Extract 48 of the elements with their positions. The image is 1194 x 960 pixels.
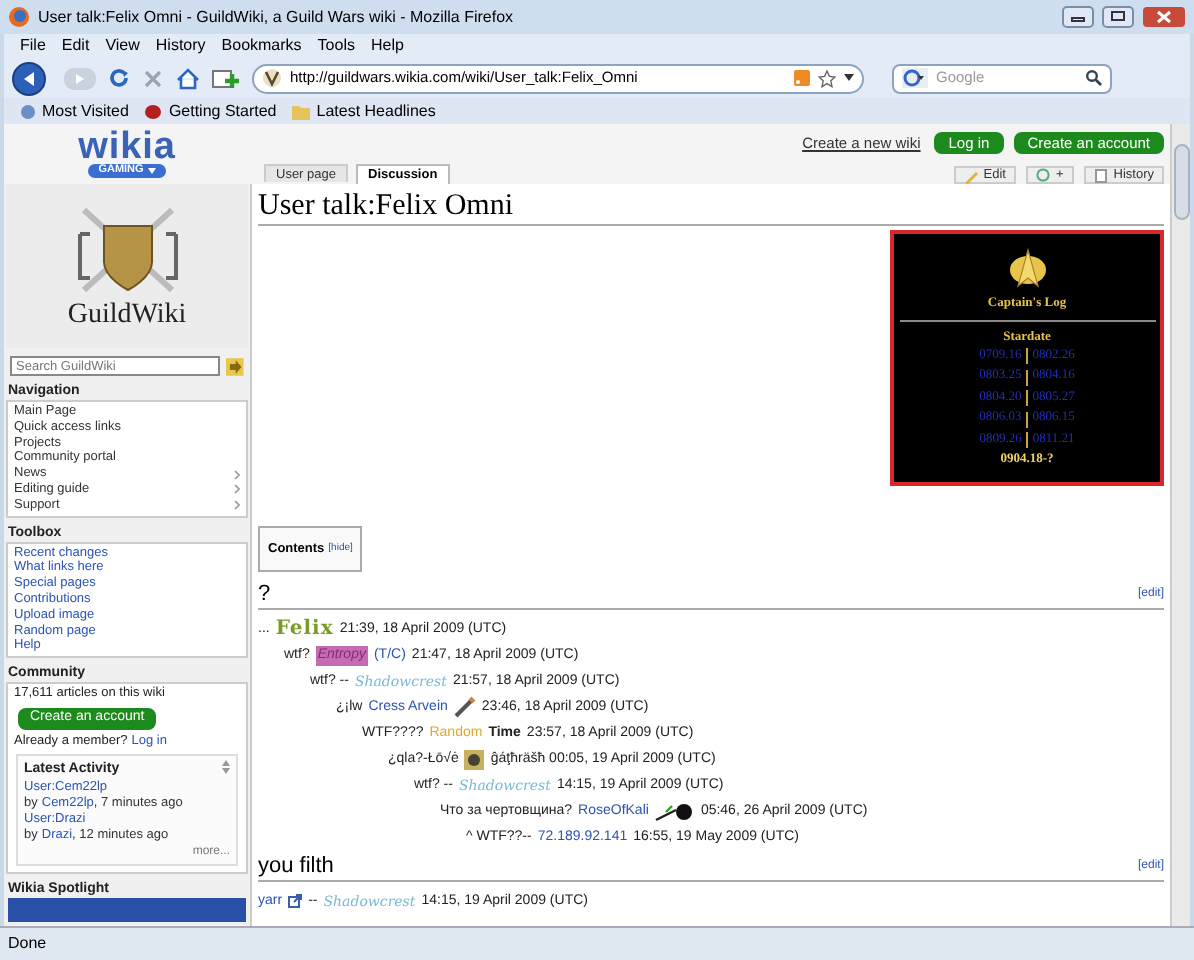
menu-item[interactable]: Bookmarks [221,34,302,58]
page-title: User talk:Felix Omni [258,184,1164,226]
go-arrow-icon [226,357,244,375]
status-text: Done [8,932,47,956]
starfleet-badge-icon [1007,248,1047,288]
folder-icon [292,103,311,119]
menu-item[interactable]: View [105,34,140,58]
menu-item[interactable]: File [20,34,46,58]
sword-icon [453,696,476,719]
menu-item[interactable]: Tools [317,34,355,58]
site-icon [262,68,282,88]
separator-bar [1025,432,1029,448]
maximize-icon [1102,6,1134,28]
menu-item[interactable]: Help [370,34,404,58]
firefox-icon [8,6,30,28]
sort-icon [222,760,230,775]
section-heading: you filth [258,852,334,881]
dropdown-icon [147,168,156,174]
window-title: User talk:Felix Omni - GuildWiki, a Guild Wars wiki - Mozilla Firefox [38,5,516,29]
reload-icon [108,67,130,89]
add-bookmark-icon [212,66,240,90]
forward-icon [64,65,96,91]
rss-icon [794,70,810,86]
separator-bar [1025,390,1029,406]
menu-item[interactable]: History [155,34,206,58]
section-heading: ? [258,580,271,609]
bookmark-link[interactable]: Most Visited [42,99,129,123]
back-icon [12,61,52,95]
dropdown-icon [844,74,854,82]
bookmark-link[interactable]: Latest Headlines [316,99,436,123]
separator-bar [1025,369,1029,385]
wikia-logo[interactable]: wikia [78,130,176,164]
external-link-icon [288,894,303,909]
bookmark-link[interactable]: Getting Started [168,99,277,123]
watch-icon [1035,167,1052,183]
home-icon [176,67,200,89]
scrollbar-thumb[interactable] [1173,144,1189,220]
scrollbar[interactable] [1170,124,1190,926]
minimize-icon [1062,6,1094,28]
stop-icon [142,67,164,89]
separator-bar [1025,411,1029,427]
search-icon [1086,70,1102,86]
guildwiki-wordmark: GuildWiki [67,302,187,330]
emblem-icon [464,749,485,770]
star-icon [818,69,836,87]
close-icon [1142,6,1186,28]
separator-bar [1025,348,1029,364]
menu-item[interactable]: Edit [61,34,90,58]
